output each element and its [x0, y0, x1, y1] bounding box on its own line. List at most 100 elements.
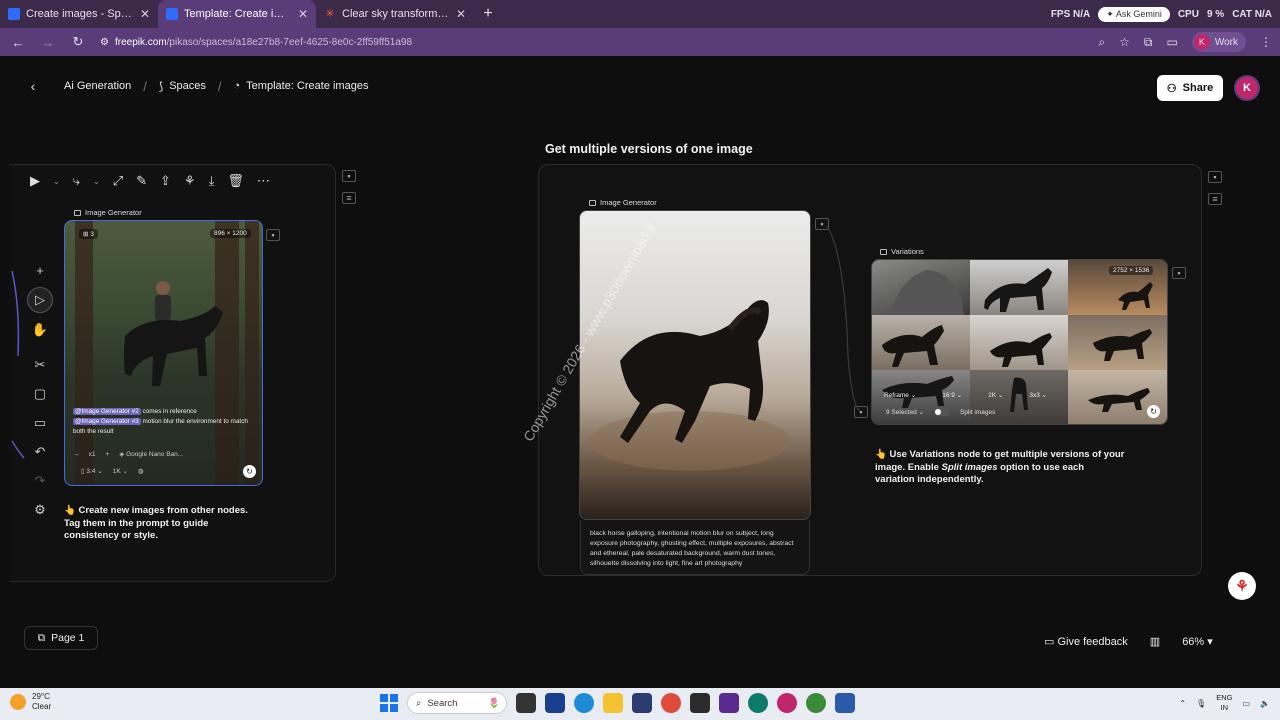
- tab-create-images[interactable]: Create images - Spaces | Freepik ✕: [0, 0, 158, 28]
- language-indicator[interactable]: ENG IN: [1216, 693, 1232, 713]
- user-avatar[interactable]: K: [1234, 75, 1260, 101]
- more-icon[interactable]: ⋯: [257, 173, 270, 189]
- variation-thumb[interactable]: [970, 260, 1068, 315]
- bookmark-star-icon[interactable]: ☆: [1119, 35, 1130, 49]
- frame-icon[interactable]: ▢: [26, 379, 54, 408]
- text-icon[interactable]: ≡: [1208, 193, 1222, 205]
- variation-thumb[interactable]: [970, 315, 1068, 370]
- undo-icon[interactable]: ↶: [26, 437, 54, 466]
- pdf-reader-icon[interactable]: ⚘: [1228, 572, 1256, 600]
- word-icon[interactable]: [835, 693, 855, 713]
- taskbar-search[interactable]: ⌕ Search 🌷: [407, 692, 507, 714]
- add-icon[interactable]: +: [26, 256, 54, 285]
- variations-node[interactable]: 2752 × 1536: [871, 259, 1168, 425]
- image-icon[interactable]: ▪: [1208, 171, 1222, 183]
- variation-thumb[interactable]: [872, 260, 970, 315]
- minus-icon[interactable]: –: [75, 451, 79, 458]
- reload-icon[interactable]: ↻: [68, 32, 88, 52]
- site-info-icon[interactable]: ⚙: [100, 37, 109, 48]
- resolution-selector[interactable]: 1K ⌄: [113, 467, 128, 475]
- resolution-selector[interactable]: 2K ⌄: [988, 391, 1003, 399]
- url-field[interactable]: ⚙ freepik.com/pikaso/spaces/a18e27b8-7ee…: [98, 31, 1088, 53]
- split-images-toggle[interactable]: [933, 408, 950, 416]
- chrome-icon[interactable]: [661, 693, 681, 713]
- variation-thumb[interactable]: [1068, 315, 1167, 370]
- back-chevron-icon[interactable]: ‹: [22, 75, 44, 97]
- map-icon[interactable]: ▥: [1150, 635, 1160, 648]
- weather-widget[interactable]: 29°C Clear: [10, 692, 51, 712]
- give-feedback-button[interactable]: ▭ Give feedback: [1044, 635, 1128, 648]
- prompt-text[interactable]: black horse galloping, intentional motio…: [580, 520, 810, 575]
- regenerate-icon[interactable]: ↻: [243, 465, 256, 478]
- zoom-icon[interactable]: ⌕: [1098, 35, 1105, 50]
- reframe-selector[interactable]: Reframe ⌄: [884, 391, 916, 399]
- windows-start-icon[interactable]: [380, 694, 398, 712]
- ratio-selector[interactable]: ▯ 3:4 ⌄: [81, 467, 103, 475]
- ask-gemini-button[interactable]: ✦ Ask Gemini: [1098, 7, 1170, 22]
- profile-button[interactable]: K Work: [1191, 32, 1246, 52]
- breadcrumb-template[interactable]: ◔ Template: Create images: [234, 80, 369, 92]
- image-icon[interactable]: ▪: [266, 229, 280, 241]
- image-icon[interactable]: ▪: [815, 218, 829, 230]
- breadcrumb-spaces[interactable]: ⟆ Spaces: [159, 80, 206, 93]
- spaces-canvas[interactable]: ‹ Ai Generation / ⟆ Spaces / ◔ Template: C…: [0, 56, 1280, 688]
- page-selector[interactable]: ⧉ Page 1: [24, 626, 98, 650]
- trash-icon[interactable]: 🗑: [227, 173, 244, 189]
- microphone-icon[interactable]: 🎙: [1196, 699, 1206, 708]
- extensions-icon[interactable]: ⧉: [1144, 35, 1153, 50]
- app-icon[interactable]: [545, 693, 565, 713]
- app-icon[interactable]: [748, 693, 768, 713]
- selected-dropdown[interactable]: 9 Selected ⌄: [886, 408, 924, 416]
- tab-clear-sky[interactable]: ✳ Clear sky transforming into wa... ✕: [316, 0, 474, 28]
- play-icon[interactable]: ▶: [30, 173, 40, 189]
- chevron-down-icon[interactable]: ⌄: [53, 177, 60, 186]
- image-generator-node-mid[interactable]: [579, 210, 811, 520]
- model-selector[interactable]: ◈ Google Nano Ban...: [119, 450, 183, 458]
- chevron-up-icon[interactable]: ⌃: [1179, 699, 1186, 708]
- close-tab-icon[interactable]: ✕: [140, 7, 150, 21]
- share-button[interactable]: ⚇ Share: [1157, 75, 1223, 101]
- image-icon[interactable]: ▪: [342, 170, 356, 182]
- variation-thumb[interactable]: 2752 × 1536: [1068, 260, 1167, 315]
- forward-arrow-icon[interactable]: →: [38, 32, 58, 52]
- chrome-profile-icon[interactable]: [777, 693, 797, 713]
- image-icon[interactable]: ▪: [1172, 267, 1186, 279]
- tab-search-icon[interactable]: ▭: [1167, 35, 1178, 49]
- zoom-selector[interactable]: 66% ▾: [1182, 635, 1213, 648]
- variation-thumb[interactable]: [872, 315, 970, 370]
- scissors-icon[interactable]: ✂: [26, 350, 54, 379]
- nodes-icon[interactable]: ⚘: [184, 173, 196, 189]
- download-icon[interactable]: ⤓: [209, 173, 215, 189]
- expand-icon[interactable]: ⤢: [113, 173, 123, 189]
- headphones-icon[interactable]: [719, 693, 739, 713]
- grid-selector[interactable]: 3x3 ⌄: [1029, 391, 1047, 399]
- connect-icon[interactable]: ⤷: [73, 173, 80, 189]
- back-arrow-icon[interactable]: ←: [8, 32, 28, 52]
- new-tab-button[interactable]: +: [474, 0, 502, 28]
- app-icon[interactable]: [690, 693, 710, 713]
- file-explorer-icon[interactable]: [516, 693, 536, 713]
- chevron-down-icon[interactable]: ⌄: [93, 177, 100, 186]
- store-icon[interactable]: [632, 693, 652, 713]
- redo-icon[interactable]: ↷: [26, 466, 54, 495]
- volume-icon[interactable]: 🔈: [1260, 699, 1270, 708]
- close-tab-icon[interactable]: ✕: [456, 7, 466, 21]
- text-icon[interactable]: ≡: [342, 192, 356, 204]
- chrome-profile-icon[interactable]: [806, 693, 826, 713]
- browser-menu-icon[interactable]: ⋮: [1260, 35, 1272, 49]
- breadcrumb-ai-generation[interactable]: Ai Generation: [64, 80, 131, 92]
- select-cursor-icon[interactable]: ▷: [27, 287, 53, 313]
- close-tab-icon[interactable]: ✕: [298, 7, 308, 21]
- edit-icon[interactable]: ✎: [136, 173, 147, 189]
- edge-icon[interactable]: [574, 693, 594, 713]
- mention-tag[interactable]: @Image Generator #2: [73, 408, 141, 415]
- comment-icon[interactable]: ▭: [26, 408, 54, 437]
- display-icon[interactable]: ▭: [1242, 699, 1250, 708]
- folder-icon[interactable]: [603, 693, 623, 713]
- image-generator-node-left[interactable]: ⊞ 3 896 × 1200 @Image Generator #2 comes…: [64, 220, 263, 486]
- regenerate-icon[interactable]: ↻: [1147, 405, 1160, 418]
- style-icon[interactable]: ◍: [138, 467, 144, 475]
- hand-icon[interactable]: ✋: [26, 315, 54, 344]
- image-icon[interactable]: ▪: [854, 406, 868, 418]
- mention-tag[interactable]: @Image Generator #3: [73, 418, 141, 425]
